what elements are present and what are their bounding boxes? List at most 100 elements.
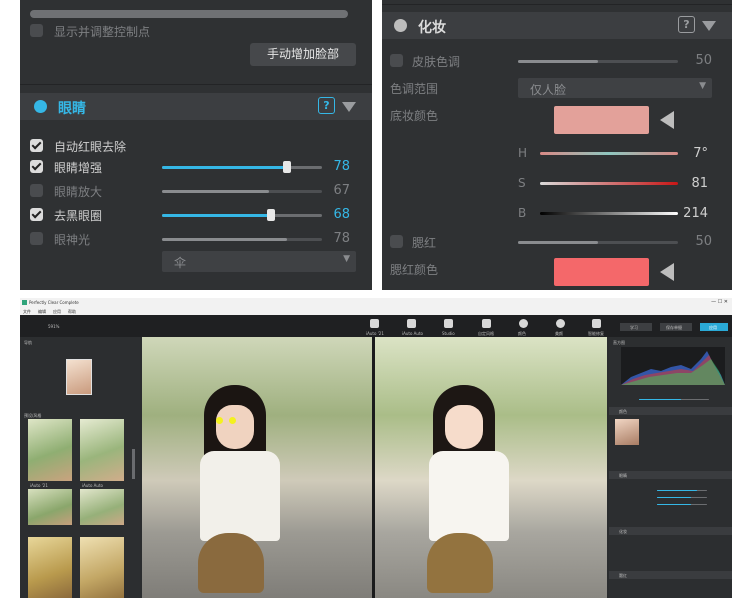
eye-marker[interactable] bbox=[229, 417, 236, 424]
enhance-label: 眼睛增强 bbox=[54, 161, 103, 175]
eye-icon bbox=[34, 100, 47, 113]
catchlight-checkbox[interactable] bbox=[30, 232, 43, 245]
skin-tone-value: 50 bbox=[695, 53, 712, 68]
catchlight-value: 78 bbox=[333, 231, 350, 246]
enhance-checkbox[interactable] bbox=[30, 160, 43, 173]
iauto21-tool-icon[interactable] bbox=[370, 319, 379, 328]
tool-label: iAuto Auto bbox=[402, 331, 423, 336]
enlarge-value: 67 bbox=[333, 183, 350, 198]
tone-range-label: 色调范围 bbox=[390, 82, 439, 96]
red-eye-label: 自动红眼去除 bbox=[54, 140, 127, 154]
left-sidebar: 导航 预设/风格 iAuto '21 iAuto Auto bbox=[20, 337, 140, 598]
divider bbox=[20, 84, 372, 85]
hue-slider[interactable] bbox=[540, 152, 678, 155]
enlarge-label: 眼睛放大 bbox=[54, 185, 103, 199]
brightness-slider[interactable] bbox=[540, 212, 678, 215]
enhance-slider[interactable] bbox=[162, 161, 322, 173]
enhance-slider-fill bbox=[162, 166, 287, 169]
pick-color-arrow-icon[interactable] bbox=[660, 263, 674, 281]
enhance-slider-knob[interactable] bbox=[283, 161, 291, 173]
help-icon[interactable]: ? bbox=[678, 16, 695, 33]
catchlight-label: 眼神光 bbox=[54, 233, 91, 247]
preset-thumb[interactable] bbox=[28, 537, 72, 598]
before-photo[interactable] bbox=[142, 337, 372, 598]
dress bbox=[429, 451, 509, 541]
saturation-slider[interactable] bbox=[540, 182, 678, 185]
tab-save[interactable]: 保存单摄 bbox=[660, 323, 692, 331]
blush-slider-fill bbox=[518, 241, 598, 244]
catchlight-slider[interactable] bbox=[162, 238, 322, 241]
dark-circles-slider[interactable] bbox=[162, 209, 322, 221]
tab-learn[interactable]: 学习 bbox=[620, 323, 652, 331]
makeup-icon bbox=[394, 19, 407, 32]
tool-label: Studio bbox=[442, 331, 455, 336]
blush-color-label: 腮红颜色 bbox=[390, 263, 439, 277]
tone-range-select[interactable]: 仅人脸 ▼ bbox=[518, 78, 712, 98]
after-photo[interactable] bbox=[375, 337, 607, 598]
foundation-color-swatch[interactable] bbox=[554, 106, 649, 134]
blush-slider[interactable] bbox=[518, 241, 678, 244]
dropdown-arrow-icon: ▼ bbox=[343, 254, 350, 264]
beauty-tool-icon[interactable] bbox=[556, 319, 565, 328]
preset-thumb[interactable] bbox=[80, 489, 124, 525]
face-thumbnail[interactable] bbox=[615, 419, 639, 445]
blush-color-swatch[interactable] bbox=[554, 258, 649, 286]
catchlight-select-value: 伞 bbox=[174, 256, 187, 270]
mini-slider[interactable] bbox=[657, 504, 707, 505]
color-tool-icon[interactable] bbox=[519, 319, 528, 328]
enlarge-slider-fill bbox=[162, 190, 270, 193]
blush-checkbox[interactable] bbox=[390, 235, 403, 248]
exposure-slider-fill bbox=[639, 399, 681, 400]
section-header[interactable]: 化妆 bbox=[609, 527, 732, 535]
preset-thumb[interactable] bbox=[28, 419, 72, 481]
mini-slider[interactable] bbox=[657, 490, 707, 491]
makeup-panel: 化妆 ? 皮肤色调 50 色调范围 仅人脸 ▼ 底妆颜色 H 7° S 81 B… bbox=[382, 0, 732, 290]
window-controls[interactable]: — ☐ ✕ bbox=[711, 299, 728, 305]
histogram-chart bbox=[621, 351, 725, 385]
iauto-auto-tool-icon[interactable] bbox=[407, 319, 416, 328]
section-header[interactable]: 颜色 bbox=[609, 407, 732, 415]
skin-tone-label: 皮肤色调 bbox=[412, 55, 461, 69]
dark-circles-slider-knob[interactable] bbox=[267, 209, 275, 221]
help-icon[interactable]: ? bbox=[318, 97, 335, 114]
eyes-section-header[interactable]: 眼睛 ? bbox=[20, 93, 372, 120]
face bbox=[445, 405, 483, 449]
section-header[interactable]: 腮红 bbox=[609, 571, 732, 579]
red-eye-checkbox[interactable] bbox=[30, 139, 43, 152]
studio-tool-icon[interactable] bbox=[444, 319, 453, 328]
collapse-chevron-icon[interactable] bbox=[702, 21, 716, 31]
enlarge-slider[interactable] bbox=[162, 190, 322, 193]
preset-thumb[interactable] bbox=[80, 419, 124, 481]
basket bbox=[427, 533, 493, 593]
show-controls-checkbox[interactable] bbox=[30, 24, 43, 37]
section-header[interactable]: 眼睛 bbox=[609, 471, 732, 479]
navigator-thumbnail[interactable] bbox=[66, 359, 92, 395]
thumb-label: iAuto Auto bbox=[82, 483, 103, 488]
sidebar-scrollbar[interactable] bbox=[132, 449, 135, 479]
preset-thumb[interactable] bbox=[28, 489, 72, 525]
enlarge-checkbox[interactable] bbox=[30, 184, 43, 197]
window-title: Perfectly Clear Complete bbox=[29, 300, 79, 305]
dark-circles-value: 68 bbox=[333, 207, 350, 222]
hue-value: 7° bbox=[693, 146, 708, 161]
zoom-level: 591% bbox=[48, 324, 60, 329]
toolbar: 591% iAuto '21 iAuto Auto Studio 自定风格 颜色… bbox=[20, 315, 732, 337]
blush-label: 腮红 bbox=[412, 236, 437, 250]
repair-tool-icon[interactable] bbox=[592, 319, 601, 328]
makeup-section-header[interactable]: 化妆 ? bbox=[382, 12, 732, 39]
skin-tone-checkbox[interactable] bbox=[390, 54, 403, 67]
add-face-button[interactable]: 手动增加脸部 bbox=[250, 43, 356, 66]
mini-slider[interactable] bbox=[657, 497, 707, 498]
skin-tone-slider[interactable] bbox=[518, 60, 678, 63]
app-logo-icon bbox=[22, 300, 27, 305]
top-scrollbar[interactable] bbox=[30, 10, 348, 18]
style-tool-icon[interactable] bbox=[482, 319, 491, 328]
apply-button[interactable]: 应用 bbox=[700, 323, 728, 331]
pick-color-arrow-icon[interactable] bbox=[660, 111, 674, 129]
collapse-chevron-icon[interactable] bbox=[342, 102, 356, 112]
exposure-slider[interactable] bbox=[639, 399, 709, 400]
preset-thumb[interactable] bbox=[80, 537, 124, 598]
eye-marker[interactable] bbox=[216, 417, 223, 424]
catchlight-select[interactable]: 伞 ▼ bbox=[162, 251, 356, 272]
dark-circles-checkbox[interactable] bbox=[30, 208, 43, 221]
